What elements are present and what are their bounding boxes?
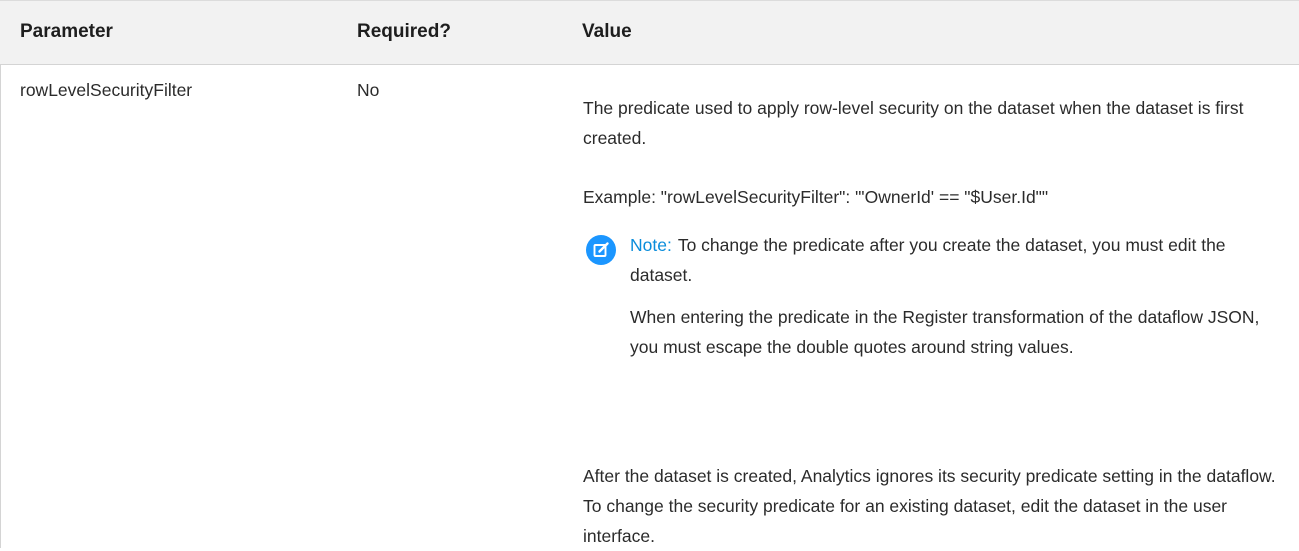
value-after-note: After the dataset is created, Analytics … [583, 466, 1276, 546]
value-example: Example: "rowLevelSecurityFilter": "'Own… [583, 187, 1049, 207]
required-value: No [357, 80, 380, 100]
note-extra: When entering the predicate in the Regis… [630, 307, 1260, 357]
note-callout: Note: To change the predicate after you c… [630, 230, 1270, 362]
edit-note-icon [586, 235, 616, 265]
header-required: Required? [357, 21, 451, 42]
table-header-row: Parameter Required? Value [0, 0, 1299, 65]
value-description: The predicate used to apply row-level se… [583, 98, 1244, 148]
parameter-name: rowLevelSecurityFilter [20, 80, 193, 100]
edit-note-icon-svg [593, 242, 609, 257]
table-row: rowLevelSecurityFilter No The predicate … [0, 65, 1299, 548]
header-value: Value [582, 21, 632, 42]
note-first-paragraph: Note: To change the predicate after you c… [630, 230, 1270, 290]
note-text: To change the predicate after you create… [630, 235, 1226, 285]
parameter-table: Parameter Required? Value rowLevelSecuri… [0, 0, 1299, 548]
header-parameter: Parameter [20, 21, 113, 42]
note-label: Note: [630, 235, 672, 255]
